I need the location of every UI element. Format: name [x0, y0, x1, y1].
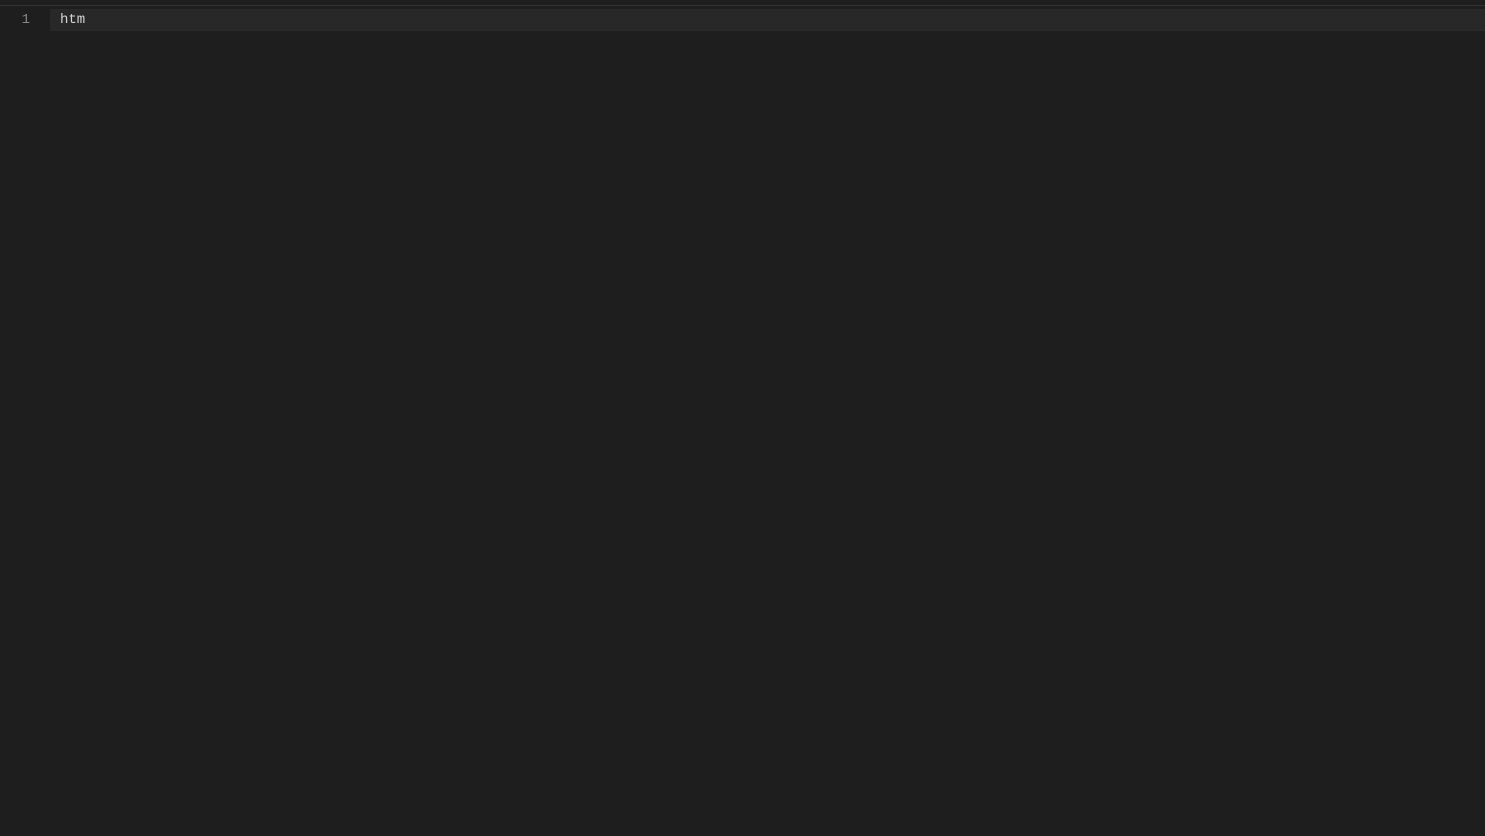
editor-container: 1 htm [0, 6, 1485, 836]
code-editor-area[interactable]: htm [50, 6, 1485, 836]
code-text: htm [60, 12, 85, 28]
line-number[interactable]: 1 [0, 9, 30, 31]
line-number-gutter[interactable]: 1 [0, 6, 50, 836]
code-line[interactable]: htm [60, 9, 1485, 31]
